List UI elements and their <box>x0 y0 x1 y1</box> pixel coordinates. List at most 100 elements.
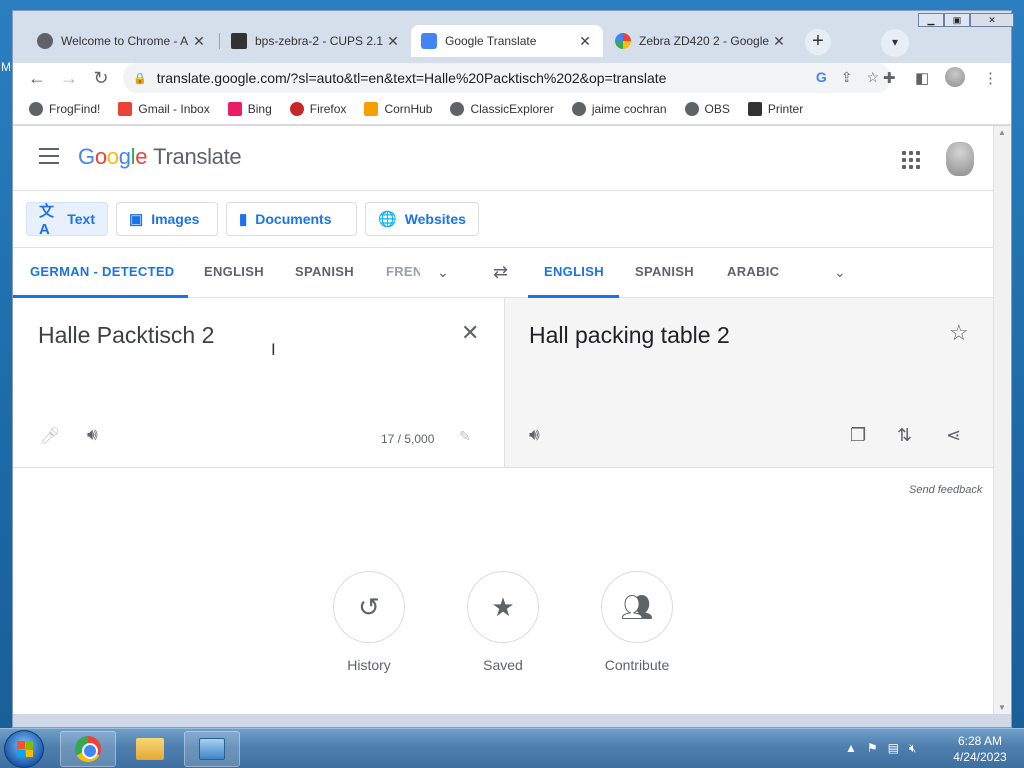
google-lens-icon[interactable]: G <box>816 69 827 86</box>
bookmark-bing[interactable]: Bing <box>227 101 272 116</box>
control-panel-icon <box>199 738 225 760</box>
taskbar-control-panel[interactable] <box>184 731 240 767</box>
ch-icon <box>364 101 379 116</box>
chevron-down-icon[interactable]: ⌄ <box>834 264 846 281</box>
close-icon[interactable]: ✕ <box>771 33 787 50</box>
profile-avatar-icon[interactable] <box>945 67 965 91</box>
google-apps-grid-icon[interactable] <box>902 151 920 169</box>
tab-zebra[interactable]: Zebra ZD420 2 - Google ✕ <box>605 25 797 57</box>
source-lang-english[interactable]: ENGLISH <box>204 264 264 279</box>
bookmark-label: OBS <box>704 101 730 116</box>
chrome-window: Welcome to Chrome - A ✕ bps-zebra-2 - CU… <box>12 10 1014 728</box>
bookmark-label: CornHub <box>384 101 433 116</box>
mode-text-button[interactable]: 文A Text <box>26 202 108 238</box>
source-text-input[interactable]: Halle Packtisch 2 <box>38 322 214 349</box>
bookmark-label: Printer <box>767 101 804 116</box>
tab-search-chevron-icon[interactable]: ▾ <box>881 29 909 57</box>
target-lang-english[interactable]: ENGLISH <box>544 264 604 279</box>
tab-google-translate[interactable]: Google Translate ✕ <box>411 25 603 57</box>
back-arrow-icon[interactable]: ← <box>25 67 49 89</box>
bookmark-gmail[interactable]: Gmail - Inbox <box>118 101 210 116</box>
mode-documents-button[interactable]: ▮ Documents <box>226 202 357 236</box>
chevron-down-icon[interactable]: ⌄ <box>437 264 449 281</box>
tab-cups[interactable]: bps-zebra-2 - CUPS 2.1 ✕ <box>221 25 411 57</box>
star-icon: ★ <box>467 571 539 643</box>
translate-wordmark: Translate <box>153 144 242 169</box>
close-icon[interactable]: ✕ <box>577 33 593 50</box>
bookmark-classicexplorer[interactable]: ClassicExplorer <box>450 101 554 116</box>
minimize-button[interactable]: ▁ <box>918 13 944 27</box>
microphone-icon[interactable]: 🎤︎ <box>40 426 60 446</box>
chrome-menu-icon[interactable]: ⋮ <box>983 69 998 87</box>
reload-icon[interactable]: ↻ <box>89 67 113 89</box>
mode-websites-button[interactable]: 🌐 Websites <box>365 202 479 236</box>
bookmark-cornhub[interactable]: CornHub <box>364 101 433 116</box>
rate-translation-icon[interactable]: ⇅ <box>897 425 912 446</box>
action-center-flag-icon[interactable]: ⚑ <box>867 741 878 756</box>
source-lang-spanish[interactable]: SPANISH <box>295 264 354 279</box>
mode-label: Images <box>151 211 200 227</box>
scroll-down-arrow-icon[interactable]: ▼ <box>998 703 1006 712</box>
network-icon[interactable]: ▤ <box>888 741 899 756</box>
tab-separator <box>219 33 220 49</box>
google-translate-logo[interactable]: Google Translate <box>78 144 242 170</box>
start-button[interactable] <box>4 730 44 768</box>
translate-icon <box>421 33 437 49</box>
bookmark-star-icon[interactable]: ☆ <box>866 69 879 86</box>
lock-icon: 🔒 <box>133 72 147 85</box>
tab-title: Welcome to Chrome - A <box>61 34 189 48</box>
new-tab-button[interactable]: + <box>805 29 831 55</box>
translate-page: Google Translate 文A Text ▣ Images ▮ Docum… <box>13 126 993 714</box>
speaker-icon[interactable]: 🔊︎ <box>87 425 98 445</box>
close-icon[interactable]: ✕ <box>385 33 401 50</box>
desktop-edge-letter: M <box>1 60 11 74</box>
tray-expand-icon[interactable]: ▲ <box>845 741 857 756</box>
extensions-puzzle-icon[interactable]: ✚ <box>883 69 896 87</box>
maximize-button[interactable]: ▣ <box>944 13 970 27</box>
hamburger-menu-icon[interactable] <box>39 148 59 164</box>
address-bar[interactable]: 🔒 translate.google.com/?sl=auto&tl=en&te… <box>123 63 891 93</box>
history-button[interactable]: ↺ History <box>319 571 419 673</box>
source-panel[interactable]: Halle Packtisch 2 ✕ 🎤︎ 🔊︎ 17 / 5,000 ✎ <box>13 298 504 468</box>
bookmark-firefox[interactable]: Firefox <box>289 101 347 116</box>
target-lang-spanish[interactable]: SPANISH <box>635 264 694 279</box>
contribute-label: Contribute <box>604 657 670 673</box>
target-panel: Hall packing table 2 ☆ 🔊︎ ❐ ⇅ ⋖ <box>504 298 993 468</box>
pencil-icon[interactable]: ✎ <box>459 428 471 445</box>
send-feedback-link[interactable]: Send feedback <box>909 484 982 496</box>
swap-languages-icon[interactable]: ⇄ <box>493 262 508 283</box>
scroll-up-arrow-icon[interactable]: ▲ <box>998 128 1006 137</box>
target-lang-arabic[interactable]: ARABIC <box>727 264 779 279</box>
bookmark-printer[interactable]: Printer <box>747 101 804 116</box>
clear-source-icon[interactable]: ✕ <box>461 320 479 346</box>
page-scrollbar[interactable]: ▲ ▼ <box>993 126 1011 714</box>
taskbar-clock[interactable]: 6:28 AM 4/24/2023 <box>940 733 1020 765</box>
clock-time: 6:28 AM <box>957 734 1003 748</box>
side-panel-icon[interactable]: ◧ <box>915 69 929 87</box>
saved-button[interactable]: ★ Saved <box>453 571 553 673</box>
forward-arrow-icon[interactable]: → <box>57 67 81 89</box>
taskbar-explorer[interactable] <box>122 731 178 767</box>
globe-icon <box>37 33 53 49</box>
share-icon[interactable]: ⇪ <box>841 69 853 86</box>
share-icon[interactable]: ⋖ <box>946 425 961 446</box>
speaker-icon[interactable]: 🔊︎ <box>529 425 540 445</box>
browser-toolbar: ← → ↻ 🔒 translate.google.com/?sl=auto&tl… <box>13 63 1011 93</box>
window-close-button[interactable]: ✕ <box>970 13 1014 27</box>
copy-icon[interactable]: ❐ <box>850 425 866 446</box>
bookmark-obs[interactable]: OBS <box>684 101 730 116</box>
contribute-button[interactable]: 👥︎ Contribute <box>587 571 687 673</box>
save-star-icon[interactable]: ☆ <box>949 320 969 346</box>
bookmark-frogfind[interactable]: FrogFind! <box>29 101 100 116</box>
source-lang-french[interactable]: FREN <box>386 264 420 279</box>
profile-avatar[interactable] <box>946 142 974 176</box>
mode-images-button[interactable]: ▣ Images <box>116 202 218 236</box>
tab-welcome[interactable]: Welcome to Chrome - A ✕ <box>27 25 217 57</box>
source-lang-german-detected[interactable]: GERMAN - DETECTED <box>30 264 175 279</box>
bookmark-jaime-cochran[interactable]: jaime cochran <box>571 101 667 116</box>
volume-muted-icon[interactable]: 🔇︎ <box>909 741 917 756</box>
taskbar-chrome[interactable] <box>60 731 116 767</box>
bookmark-label: Firefox <box>309 101 347 116</box>
close-icon[interactable]: ✕ <box>191 33 207 50</box>
tab-strip: Welcome to Chrome - A ✕ bps-zebra-2 - CU… <box>13 11 1014 63</box>
